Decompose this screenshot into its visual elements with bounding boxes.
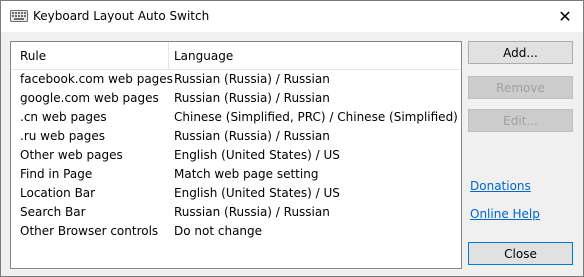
rule-cell: Other web pages — [20, 148, 123, 162]
column-divider[interactable] — [168, 42, 169, 69]
table-row[interactable]: google.com web pages Russian (Russia) / R… — [11, 89, 461, 108]
close-icon[interactable]: ✕ — [547, 1, 583, 32]
remove-button[interactable]: Remove — [468, 76, 573, 99]
column-header-rule[interactable]: Rule — [20, 49, 46, 63]
language-cell: Russian (Russia) / Russian — [174, 72, 330, 86]
language-cell: Chinese (Simplified, PRC) / Chinese (Sim… — [174, 110, 462, 124]
language-cell: English (United States) / US — [174, 148, 340, 162]
rule-cell: Location Bar — [20, 186, 96, 200]
edit-button[interactable]: Edit... — [468, 109, 573, 132]
rule-cell: Other Browser controls — [20, 224, 159, 238]
table-row[interactable]: .ru web pages Russian (Russia) / Russian — [11, 127, 461, 146]
table-row[interactable]: .cn web pages Chinese (Simplified, PRC) /… — [11, 108, 461, 127]
table-row[interactable]: Other web pages English (United States) /… — [11, 146, 461, 165]
rule-cell: .cn web pages — [20, 110, 107, 124]
window-title: Keyboard Layout Auto Switch — [33, 9, 210, 23]
rule-cell: Search Bar — [20, 205, 86, 219]
title-bar[interactable]: Keyboard Layout Auto Switch ✕ — [1, 1, 583, 32]
language-cell: English (United States) / US — [174, 186, 340, 200]
rule-cell: Find in Page — [20, 167, 93, 181]
online-help-link[interactable]: Online Help — [470, 207, 540, 221]
table-row[interactable]: facebook.com web pages Russian (Russia) /… — [11, 70, 461, 89]
rule-cell: google.com web pages — [20, 91, 159, 105]
add-button[interactable]: Add... — [468, 41, 573, 64]
rule-cell: .ru web pages — [20, 129, 106, 143]
column-header-language[interactable]: Language — [174, 49, 233, 63]
table-row[interactable]: Search Bar Russian (Russia) / Russian — [11, 203, 461, 222]
language-cell: Russian (Russia) / Russian — [174, 91, 330, 105]
language-cell: Russian (Russia) / Russian — [174, 205, 330, 219]
language-cell: Do not change — [174, 224, 263, 238]
list-header: Rule Language — [11, 42, 461, 70]
donations-link[interactable]: Donations — [470, 179, 531, 193]
table-row[interactable]: Location Bar English (United States) / US — [11, 184, 461, 203]
rule-cell: facebook.com web pages — [20, 72, 173, 86]
keyboard-icon — [10, 10, 28, 22]
language-cell: Match web page setting — [174, 167, 319, 181]
close-button[interactable]: Close — [468, 242, 573, 265]
table-row[interactable]: Other Browser controls Do not change — [11, 222, 461, 241]
dialog-window: Keyboard Layout Auto Switch ✕ Rule Langu… — [0, 0, 584, 277]
rules-list[interactable]: Rule Language facebook.com web pages Russ… — [10, 41, 462, 269]
table-row[interactable]: Find in Page Match web page setting — [11, 165, 461, 184]
language-cell: Russian (Russia) / Russian — [174, 129, 330, 143]
